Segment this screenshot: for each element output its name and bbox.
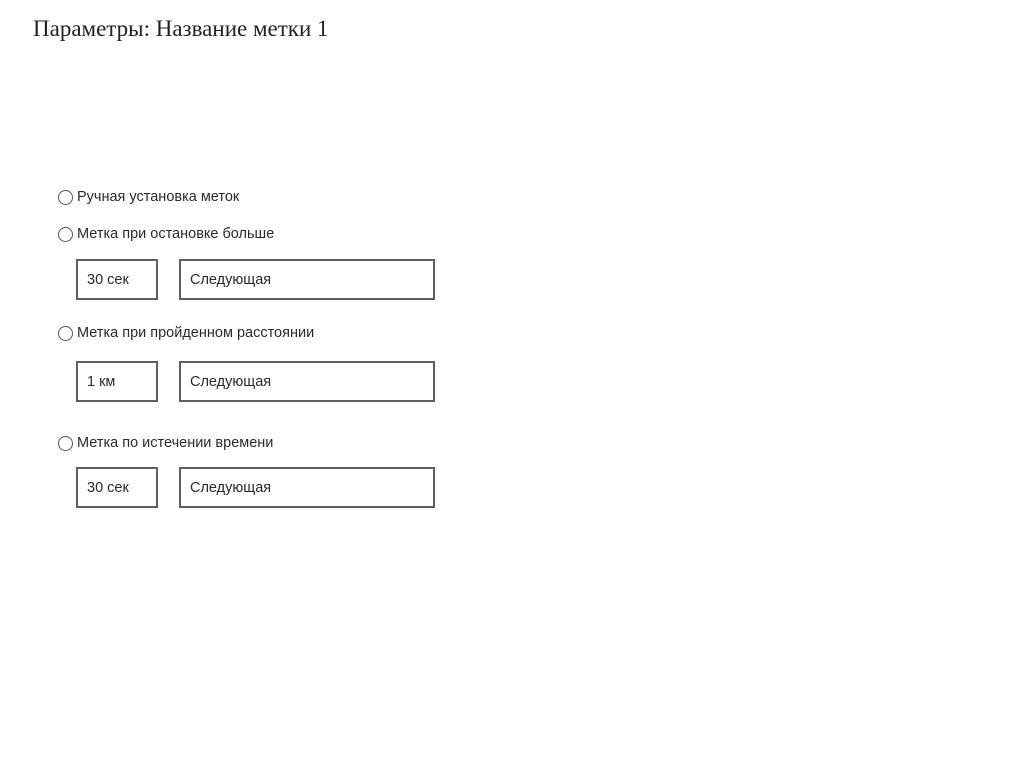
- stop-mode-field[interactable]: Следующая: [179, 259, 435, 300]
- radio-label-manual: Ручная установка меток: [77, 189, 240, 205]
- stop-duration-field[interactable]: 30 сек: [76, 259, 158, 300]
- radio-label-distance: Метка при пройденном расстоянии: [77, 325, 315, 341]
- radio-option-manual[interactable]: Ручная установка меток: [58, 189, 239, 205]
- radio-button-manual[interactable]: [58, 189, 73, 205]
- distance-value-field[interactable]: 1 км: [76, 361, 158, 402]
- distance-mode-field[interactable]: Следующая: [179, 361, 435, 402]
- radio-button-time[interactable]: [58, 435, 73, 451]
- time-mode-field[interactable]: Следующая: [179, 467, 435, 508]
- page-title: Параметры: Название метки 1: [33, 16, 329, 41]
- radio-label-time: Метка по истечении времени: [77, 435, 274, 451]
- radio-button-distance[interactable]: [58, 325, 73, 341]
- radio-option-distance[interactable]: Метка при пройденном расстоянии: [58, 325, 314, 341]
- radio-option-stop[interactable]: Метка при остановке больше: [58, 226, 274, 242]
- time-settings-row: 30 сек Следующая: [76, 467, 435, 508]
- radio-label-stop: Метка при остановке больше: [77, 226, 275, 242]
- radio-button-stop[interactable]: [58, 226, 73, 242]
- stop-settings-row: 30 сек Следующая: [76, 259, 435, 300]
- radio-option-time[interactable]: Метка по истечении времени: [58, 435, 273, 451]
- distance-settings-row: 1 км Следующая: [76, 361, 435, 402]
- time-interval-field[interactable]: 30 сек: [76, 467, 158, 508]
